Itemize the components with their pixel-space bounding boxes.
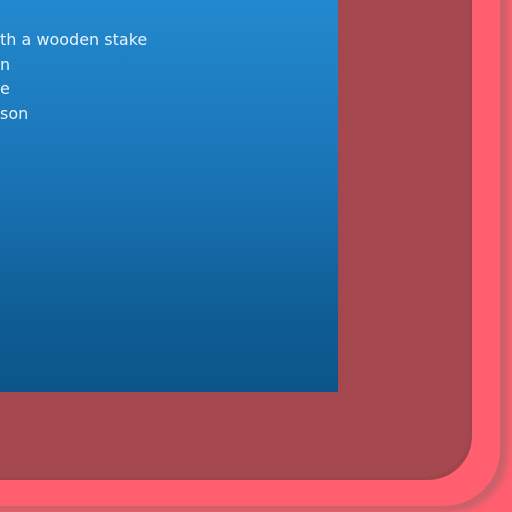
text-line-3: e (0, 79, 10, 98)
text-line-1: th a wooden stake (0, 30, 148, 49)
text-line-4: son (0, 103, 29, 123)
screen: th a wooden stake n e son (0, 0, 512, 512)
content-panel: th a wooden stake n e son (0, 0, 338, 392)
text-list: th a wooden stake n e son (0, 28, 147, 126)
text-line-2: n (0, 54, 11, 74)
